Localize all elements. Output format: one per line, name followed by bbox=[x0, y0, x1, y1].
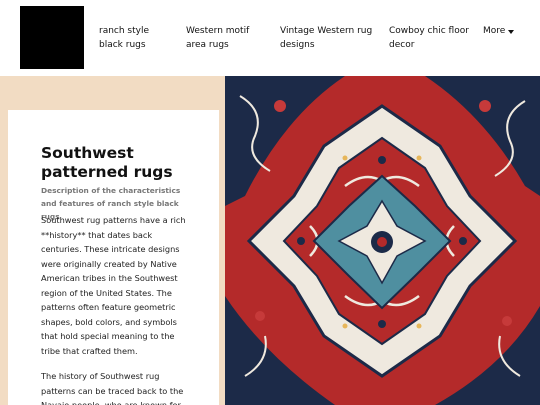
nav-item-ranch-style-black-rugs[interactable]: ranch style black rugs bbox=[99, 24, 169, 52]
nav-more-label: More bbox=[483, 26, 506, 36]
site-header: ranch style black rugs Western motif are… bbox=[0, 0, 540, 76]
nav-more-dropdown[interactable]: More bbox=[483, 24, 515, 38]
rug-pattern-graphic bbox=[225, 76, 540, 405]
article-paragraph: The history of Southwest rug patterns ca… bbox=[41, 371, 184, 405]
site-logo[interactable] bbox=[20, 6, 84, 69]
article-paragraph: Southwest rug patterns have a rich **his… bbox=[41, 215, 186, 356]
article-title: Southwest patterned rugs bbox=[41, 144, 173, 181]
nav-item-vintage-western-rug-designs[interactable]: Vintage Western rug designs bbox=[280, 24, 375, 52]
rug-image bbox=[225, 76, 540, 405]
nav-item-cowboy-chic-floor-decor[interactable]: Cowboy chic floor decor bbox=[389, 24, 474, 52]
chevron-down-icon bbox=[508, 29, 515, 34]
nav-item-western-motif-area-rugs[interactable]: Western motif area rugs bbox=[186, 24, 266, 52]
